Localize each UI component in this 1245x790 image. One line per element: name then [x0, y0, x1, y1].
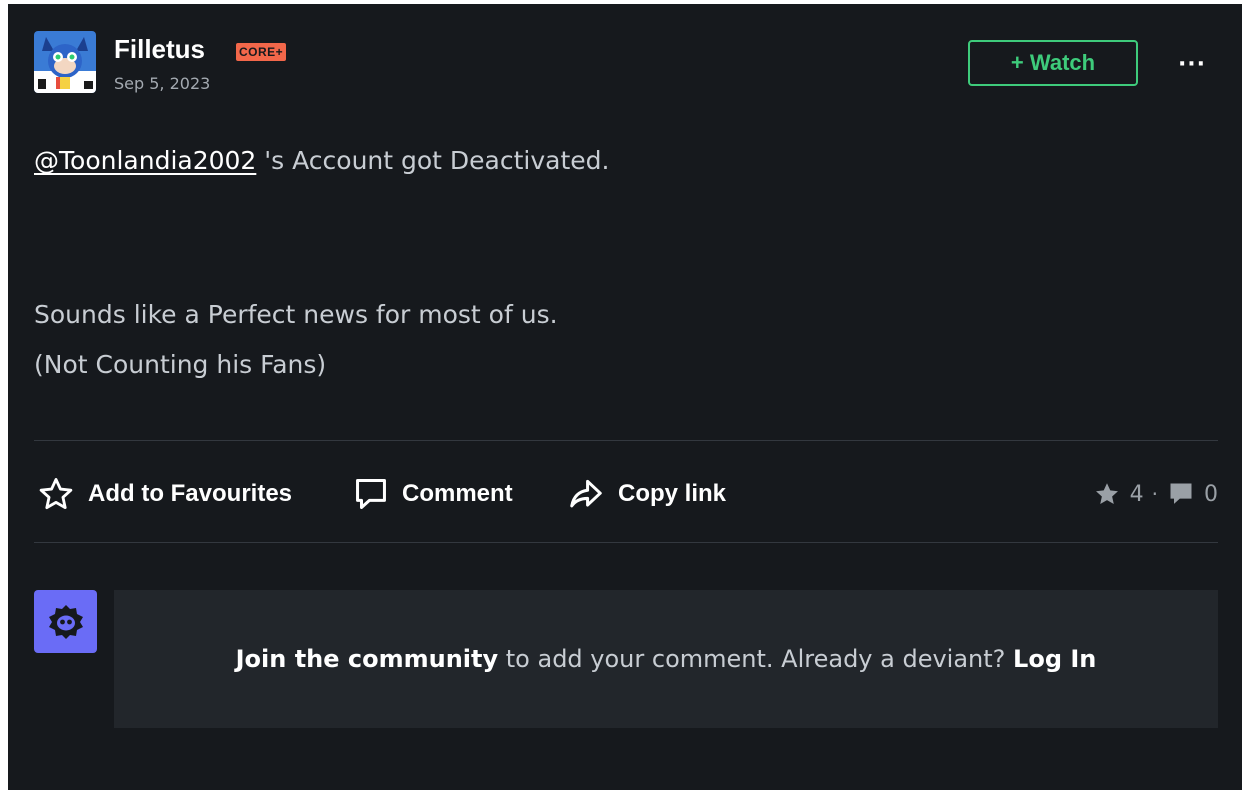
favourites-count: 4 — [1129, 481, 1144, 507]
add-to-favourites-label: Add to Favourites — [88, 480, 293, 507]
speech-bubble-icon — [356, 479, 386, 509]
add-to-favourites-button[interactable]: Add to Favourites — [36, 474, 292, 514]
comments-count: 0 — [1204, 481, 1218, 507]
stats-separator: · — [1151, 482, 1158, 506]
join-community-box: Join the community to add your comment. … — [114, 590, 1218, 728]
copy-link-button[interactable]: Copy link — [566, 474, 726, 514]
divider-top — [34, 440, 1218, 441]
divider-bottom — [34, 542, 1218, 543]
watch-button[interactable]: + Watch — [968, 40, 1138, 86]
share-arrow-icon — [570, 479, 602, 508]
star-outline-icon — [39, 478, 73, 510]
join-prompt-text: to add your comment. Already a deviant? — [498, 645, 1014, 673]
post-line-1-text: 's Account got Deactivated. — [256, 146, 610, 175]
log-in-link[interactable]: Log In — [1013, 645, 1096, 673]
post-line-3: (Not Counting his Fans) — [34, 350, 327, 379]
star-filled-icon — [1095, 483, 1118, 505]
core-badge: CORE+ — [236, 43, 287, 61]
post-card: Filletus CORE+ Sep 5, 2023 + Watch ··· @… — [8, 4, 1242, 790]
author-name[interactable]: Filletus — [114, 34, 205, 65]
post-line-1: @Toonlandia2002 's Account got Deactivat… — [34, 146, 609, 175]
more-options-button[interactable]: ··· — [1174, 46, 1210, 82]
copy-link-label: Copy link — [618, 480, 727, 507]
comment-label: Comment — [402, 480, 513, 507]
post-line-2: Sounds like a Perfect news for most of u… — [34, 300, 558, 329]
guest-avatar — [34, 590, 97, 653]
post-date: Sep 5, 2023 — [114, 74, 211, 93]
author-avatar[interactable] — [34, 31, 96, 93]
comment-button[interactable]: Comment — [352, 474, 513, 514]
join-community-link[interactable]: Join the community — [236, 645, 499, 673]
mention-link[interactable]: @Toonlandia2002 — [34, 146, 256, 175]
comment-filled-icon — [1170, 483, 1192, 504]
cartoon-cat-avatar-icon — [34, 31, 96, 93]
post-stats: 4 · 0 — [1092, 478, 1218, 510]
deviant-guest-icon — [48, 604, 83, 639]
